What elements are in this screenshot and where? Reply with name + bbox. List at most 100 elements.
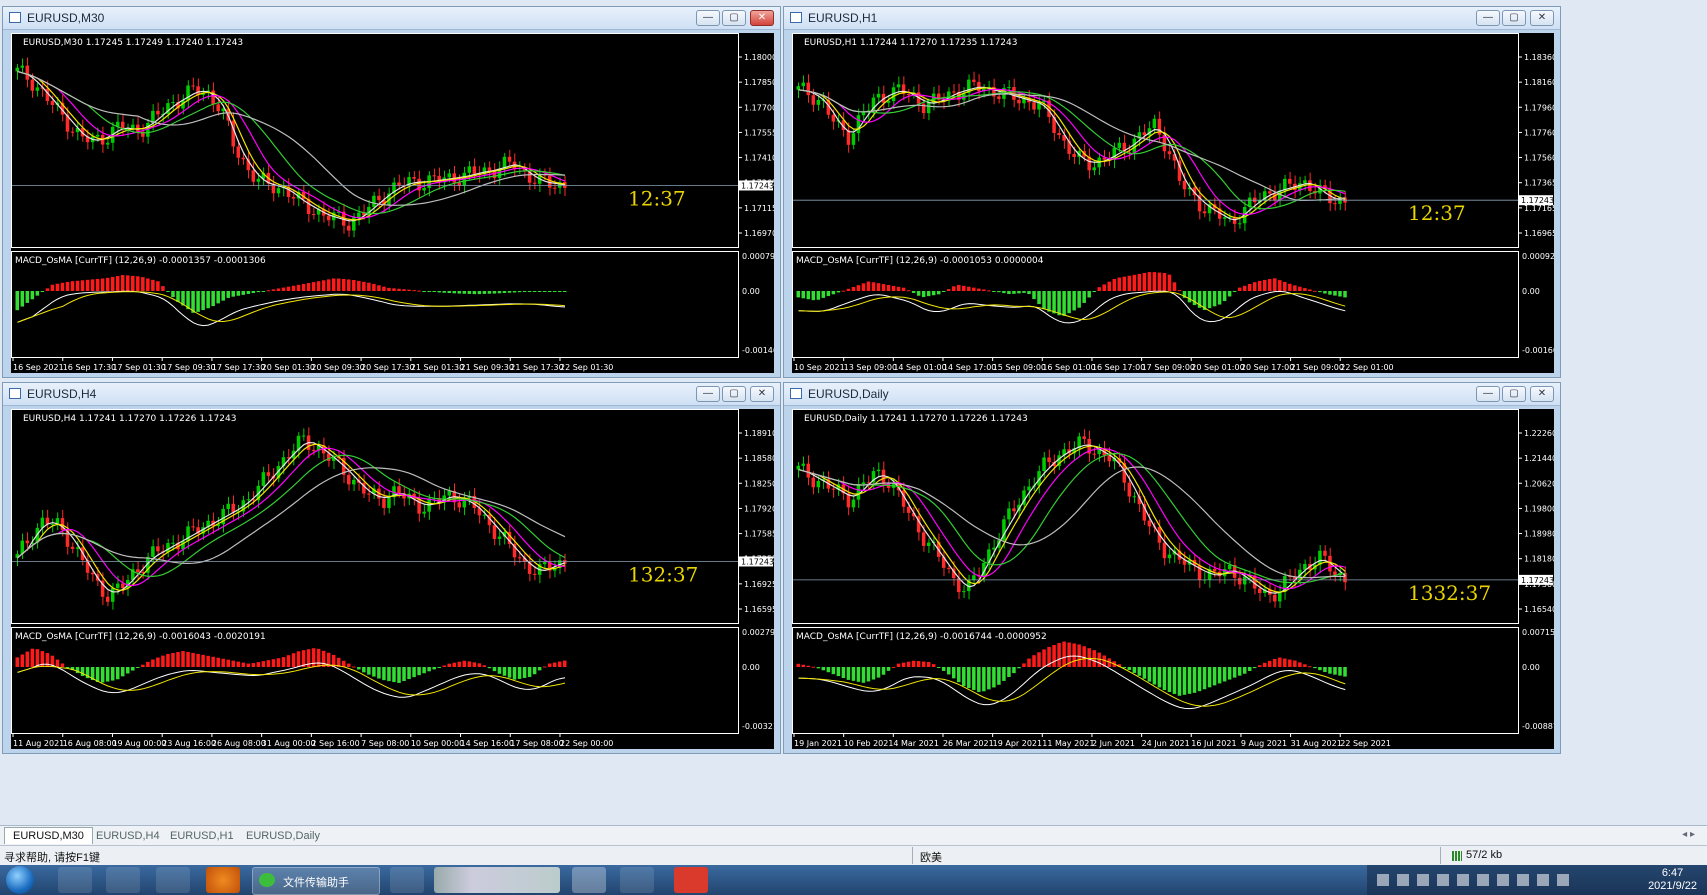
minimize-button[interactable]: — (1476, 10, 1500, 26)
maximize-button[interactable]: ▢ (722, 10, 746, 26)
macd-histogram-bar (1187, 291, 1192, 303)
macd-histogram-bar (171, 291, 175, 298)
taskbar-app-icon[interactable] (58, 867, 92, 893)
macd-histogram-bar (462, 660, 467, 667)
macd-histogram-bar (1318, 291, 1322, 293)
maximize-button[interactable]: ▢ (1502, 386, 1526, 402)
macd-histogram-bar (826, 667, 831, 673)
macd-histogram-bar (1167, 667, 1172, 692)
taskbar-app-icon[interactable] (106, 867, 140, 893)
candle-body (861, 111, 866, 116)
macd-histogram-bar (1027, 291, 1031, 295)
taskbar-app-icon[interactable] (674, 867, 708, 893)
price-axis-label: 1.18980 (1524, 530, 1554, 539)
macd-histogram-bar (141, 664, 145, 667)
candle-body (997, 96, 1001, 99)
time-axis-label: 22 Sep 01:30 (560, 363, 613, 372)
candle-body (492, 171, 497, 179)
candle-body (1333, 203, 1337, 205)
window-titlebar[interactable]: EURUSD,Daily — ▢ ✕ (784, 383, 1560, 406)
macd-histogram-bar (982, 289, 986, 291)
chart-area[interactable]: EURUSD,Daily 1.17241 1.17270 1.17226 1.1… (792, 409, 1554, 749)
taskbar-app-icon[interactable] (572, 867, 606, 893)
current-price-label: 1.17243 (1521, 576, 1554, 585)
macd-histogram-bar (417, 667, 421, 676)
macd-histogram-bar (896, 286, 901, 291)
tab-eurusd-daily[interactable]: EURUSD,Daily (238, 828, 328, 844)
chart-area[interactable]: EURUSD,M30 1.17245 1.17249 1.17240 1.172… (11, 33, 774, 373)
candle-body (1082, 436, 1086, 439)
mdi-workspace: EURUSD,M30 — ▢ ✕ EURUSD,M30 1.17245 1.17… (0, 0, 1707, 825)
macd-histogram-bar (1062, 291, 1066, 316)
taskbar-app-icon[interactable] (620, 867, 654, 893)
maximize-button[interactable]: ▢ (722, 386, 746, 402)
macd-histogram-bar (502, 291, 507, 293)
macd-histogram-bar (1338, 667, 1342, 676)
start-button[interactable] (6, 866, 34, 894)
macd-histogram-bar (1252, 667, 1257, 669)
macd-histogram-bar (211, 291, 215, 307)
macd-histogram-bar (1318, 667, 1322, 671)
close-button[interactable]: ✕ (1530, 10, 1554, 26)
taskbar-app-icon[interactable] (206, 867, 240, 893)
macd-histogram-bar (1278, 657, 1282, 667)
taskbar-blurred-window[interactable] (434, 867, 560, 893)
tab-eurusd-m30[interactable]: EURUSD,M30 (4, 827, 93, 844)
taskbar-app-icon[interactable] (390, 867, 424, 893)
chart-window-h4[interactable]: EURUSD,H4 — ▢ ✕ EURUSD,H4 1.17241 1.1727… (2, 382, 781, 754)
candle-body (352, 479, 356, 485)
tray-icons[interactable] (1377, 874, 1577, 886)
macd-histogram-bar (115, 275, 120, 291)
macd-histogram-bar (45, 288, 50, 291)
macd-histogram-bar (271, 289, 276, 291)
close-button[interactable]: ✕ (1530, 386, 1554, 402)
taskbar-app-icon[interactable] (156, 867, 190, 893)
window-titlebar[interactable]: EURUSD,H1 — ▢ ✕ (784, 7, 1560, 30)
chart-area[interactable]: EURUSD,H1 1.17244 1.17270 1.17235 1.1724… (792, 33, 1554, 373)
moving-average-line (17, 70, 566, 219)
tray-clock[interactable]: 6:47 2021/9/22 (1648, 867, 1697, 893)
window-titlebar[interactable]: EURUSD,H4 — ▢ ✕ (3, 383, 780, 406)
macd-histogram-bar (552, 662, 557, 667)
macd-histogram-bar (402, 667, 406, 682)
macd-histogram-bar (1298, 662, 1302, 667)
chart-window-h1[interactable]: EURUSD,H1 — ▢ ✕ EURUSD,H1 1.17244 1.1727… (783, 6, 1561, 378)
window-titlebar[interactable]: EURUSD,M30 — ▢ ✕ (3, 7, 780, 30)
candle-body (261, 472, 266, 486)
minimize-button[interactable]: — (1476, 386, 1500, 402)
tab-eurusd-h4[interactable]: EURUSD,H4 (88, 828, 168, 844)
moving-average-line (17, 443, 566, 591)
macd-histogram-bar (1293, 285, 1297, 291)
tab-scroll-arrows[interactable]: ◂ ▸ (1682, 829, 1695, 840)
close-button[interactable]: ✕ (750, 386, 774, 402)
macd-histogram-bar (311, 648, 316, 667)
macd-histogram-bar (482, 291, 487, 294)
macd-histogram-bar (341, 660, 346, 667)
tab-eurusd-h1[interactable]: EURUSD,H1 (162, 828, 242, 844)
macd-histogram-bar (547, 291, 552, 292)
chart-window-daily[interactable]: EURUSD,Daily — ▢ ✕ EURUSD,Daily 1.17241 … (783, 382, 1561, 754)
macd-histogram-bar (846, 667, 851, 680)
status-profile[interactable]: 欧美 (920, 849, 942, 865)
macd-histogram-bar (437, 291, 441, 293)
candle-body (1227, 564, 1232, 570)
minimize-button[interactable]: — (696, 10, 720, 26)
macd-histogram-bar (1207, 667, 1212, 688)
chart-area[interactable]: EURUSD,H4 1.17241 1.17270 1.17226 1.1724… (11, 409, 774, 749)
macd-histogram-bar (1022, 663, 1026, 667)
close-button[interactable]: ✕ (750, 10, 774, 26)
taskbar-wechat-window[interactable]: 文件传输助手 (252, 867, 380, 895)
macd-histogram-bar (916, 661, 921, 667)
candle-body (457, 502, 462, 508)
maximize-button[interactable]: ▢ (1502, 10, 1526, 26)
candle-body (1212, 568, 1217, 572)
macd-histogram-bar (146, 278, 150, 291)
candle-body (1032, 102, 1036, 110)
chart-window-m30[interactable]: EURUSD,M30 — ▢ ✕ EURUSD,M30 1.17245 1.17… (2, 6, 781, 378)
macd-histogram-bar (95, 667, 100, 683)
chart-canvas: EURUSD,Daily 1.17241 1.17270 1.17226 1.1… (792, 409, 1554, 748)
macd-histogram-bar (997, 291, 1001, 293)
minimize-button[interactable]: — (696, 386, 720, 402)
macd-histogram-bar (482, 665, 487, 667)
moving-average-line (798, 448, 1346, 590)
